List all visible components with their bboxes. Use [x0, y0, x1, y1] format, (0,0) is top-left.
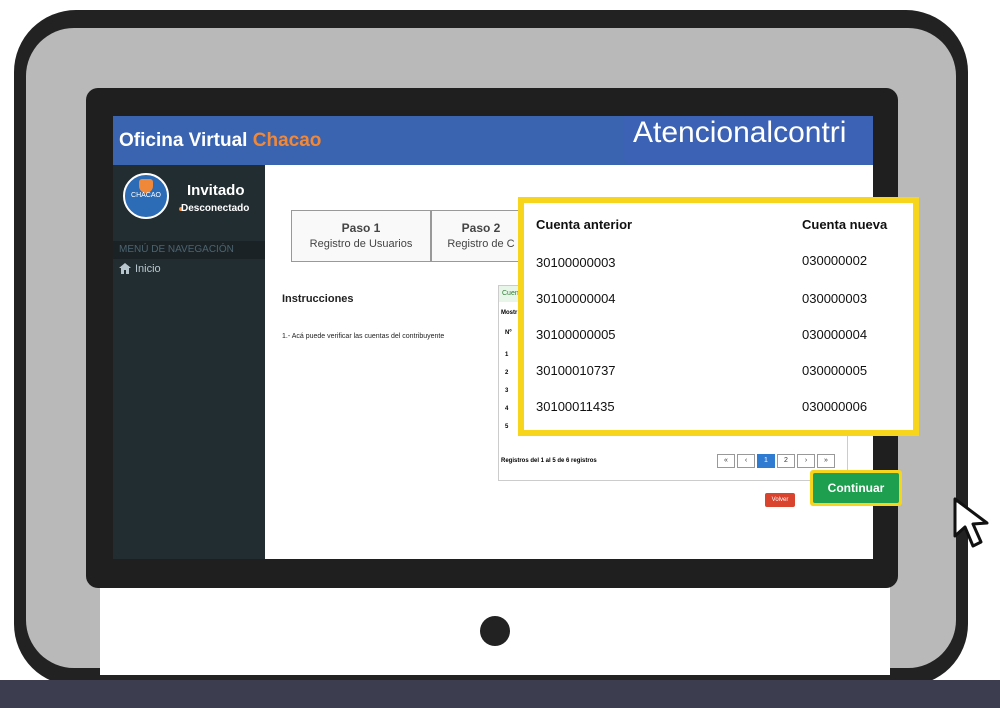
nav-header: MENÚ DE NAVEGACIÓN: [113, 241, 265, 259]
row-number: 4: [505, 406, 509, 412]
column-header-new-account: Cuenta nueva: [802, 217, 888, 232]
column-header-no: Nº: [505, 330, 512, 336]
row-number: 2: [505, 370, 509, 376]
old-account-cell: 30100011435: [536, 399, 615, 414]
page-2-button[interactable]: 2: [777, 454, 795, 468]
new-account-cell: 030000005: [802, 363, 868, 378]
volver-button[interactable]: Volver: [765, 493, 795, 507]
bottom-band: [0, 680, 1000, 708]
page-1-button[interactable]: 1: [757, 454, 775, 468]
sidebar-item-inicio[interactable]: Inicio: [135, 263, 161, 275]
show-entries-label: Mostr: [501, 310, 518, 316]
row-number: 5: [505, 424, 509, 430]
step-1[interactable]: Paso 1 Registro de Usuarios: [291, 210, 431, 262]
cursor-arrow-icon: [953, 497, 989, 548]
step-subtitle: Registro de C: [447, 238, 515, 250]
page-prev-button[interactable]: ‹: [737, 454, 755, 468]
column-header-old-account: Cuenta anterior: [536, 217, 633, 232]
new-account-cell: 030000004: [802, 327, 868, 342]
step-2[interactable]: Paso 2 Registro de C: [431, 210, 531, 262]
brand-logo[interactable]: Oficina Virtual Chacao: [119, 130, 321, 152]
brand-text: Oficina Virtual: [119, 130, 253, 151]
shield-logo-icon: [139, 179, 153, 193]
banner: Atencionalcontri: [623, 116, 873, 163]
instructions-title: Instrucciones: [282, 293, 354, 305]
page-next-button[interactable]: ›: [797, 454, 815, 468]
page-last-button[interactable]: »: [817, 454, 835, 468]
sidebar: CHACAO Invitado Desconectado MENÚ DE NAV…: [113, 165, 265, 559]
new-account-cell: 030000003: [802, 291, 868, 306]
user-status: Desconectado: [181, 203, 250, 214]
step-subtitle: Registro de Usuarios: [309, 238, 413, 250]
old-account-cell: 30100000004: [536, 291, 616, 306]
page-first-button[interactable]: «: [717, 454, 735, 468]
old-account-cell: 30100010737: [536, 363, 616, 378]
row-number: 3: [505, 388, 509, 394]
row-number: 1: [505, 352, 509, 358]
home-button[interactable]: [480, 616, 510, 646]
avatar: CHACAO: [123, 173, 169, 219]
step-title: Paso 1: [341, 221, 381, 235]
brand-text-accent: Chacao: [252, 130, 322, 151]
pagination: « ‹ 1 2 › »: [717, 454, 837, 468]
continuar-button[interactable]: Continuar: [813, 473, 899, 503]
home-icon: [119, 263, 131, 274]
old-account-cell: 30100000005: [536, 327, 616, 342]
avatar-text: CHACAO: [131, 192, 161, 199]
accounts-zoom-callout: Cuenta anterior Cuenta nueva 30100000003…: [518, 197, 919, 436]
step-title: Paso 2: [461, 221, 501, 235]
old-account-cell: 30100000003: [536, 255, 616, 270]
user-name: Invitado: [187, 182, 245, 199]
new-account-cell: 030000006: [802, 399, 868, 414]
new-account-cell: 030000002: [802, 253, 868, 268]
records-info: Registros del 1 al 5 de 6 registros: [501, 458, 597, 464]
instructions-item: 1.- Acá puede verificar las cuentas del …: [282, 333, 445, 340]
